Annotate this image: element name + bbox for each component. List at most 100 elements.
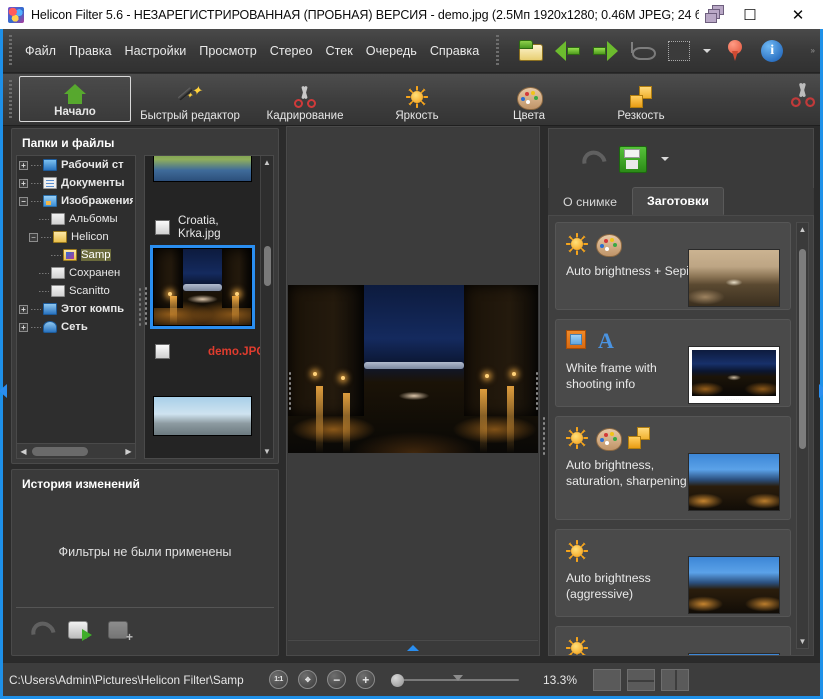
tree-node-pictures[interactable]: − Изображения <box>17 192 135 210</box>
preset-item-white-frame[interactable]: A White frame with shooting info · · · ·… <box>555 319 791 407</box>
menu-item-queue[interactable]: Очередь <box>360 40 423 62</box>
selection-dropdown-button[interactable] <box>699 34 715 68</box>
menu-item-stereo[interactable]: Стерео <box>264 40 319 62</box>
tree-node-desktop[interactable]: + Рабочий ст <box>17 156 135 174</box>
tree-node-helicon[interactable]: − Helicon <box>17 228 135 246</box>
scroll-left-icon[interactable]: ◀ <box>17 445 30 458</box>
scroll-down-icon[interactable]: ▼ <box>797 635 808 648</box>
thumbnail-file-row[interactable]: Croatia, Krka.jpg <box>145 214 260 240</box>
tab-colors[interactable]: Цвета <box>473 74 585 125</box>
tab-brightness[interactable]: Яркость <box>361 74 473 125</box>
folder-tree[interactable]: + Рабочий ст + Документы − Изображения А… <box>16 155 136 459</box>
collapse-left-panel-button[interactable] <box>0 126 9 656</box>
menu-drag-grip[interactable] <box>8 34 15 67</box>
history-add-button[interactable] <box>106 618 133 644</box>
menu-item-stack[interactable]: Стек <box>320 40 359 62</box>
menu-item-edit[interactable]: Правка <box>63 40 118 62</box>
close-button[interactable]: ✕ <box>773 0 823 29</box>
thumbnail-image-selected[interactable] <box>150 245 255 329</box>
thumbnail-checkbox[interactable] <box>155 344 170 359</box>
zoom-actual-size-button[interactable]: 1:1 <box>269 670 288 689</box>
vscroll-thumb[interactable] <box>264 246 271 286</box>
maximize-button[interactable]: ☐ <box>727 0 773 29</box>
history-apply-button[interactable] <box>66 618 92 642</box>
preset-item-auto-brightness-aggressive[interactable]: Auto brightness (aggressive) <box>555 529 791 617</box>
tree-node-scanitto[interactable]: Scanitto <box>17 282 135 300</box>
canvas-right-grip[interactable] <box>533 127 540 655</box>
vscroll-thumb[interactable] <box>799 249 806 449</box>
tree-node-network[interactable]: + Сеть <box>17 318 135 336</box>
window-stack-icon[interactable] <box>705 4 727 25</box>
preset-item-auto-brightness-saturation-sharpening[interactable]: Auto brightness, saturation, sharpening <box>555 416 791 520</box>
scroll-up-icon[interactable]: ▲ <box>261 156 273 169</box>
thumbnail-row-demo-image[interactable] <box>150 245 255 329</box>
canvas-left-grip[interactable] <box>286 127 293 655</box>
save-button[interactable] <box>619 146 647 173</box>
tree-node-this-pc[interactable]: + Этот компь <box>17 300 135 318</box>
tab-home[interactable]: Начало <box>19 76 131 122</box>
info-button[interactable]: i <box>755 34 789 68</box>
folder-tree-hscrollbar[interactable]: ◀ ▶ <box>17 443 135 458</box>
thumbnail-row-croatia[interactable]: Croatia, Krka.jpg <box>145 214 260 240</box>
tree-expander[interactable]: − <box>19 196 28 206</box>
zoom-slider-knob[interactable] <box>391 674 404 687</box>
scroll-down-icon[interactable]: ▼ <box>261 445 273 458</box>
thumbnail-vscrollbar[interactable]: ▲ ▼ <box>260 156 273 458</box>
preset-item-auto-brightness[interactable]: Auto brightness <box>555 626 791 655</box>
history-undo-button[interactable] <box>28 619 52 641</box>
zoom-slider[interactable] <box>391 670 519 689</box>
menu-item-file[interactable]: Файл <box>19 40 62 62</box>
tree-node-samples[interactable]: Samp <box>17 246 135 264</box>
tree-expander[interactable]: + <box>19 178 28 188</box>
thumbnail-row-partial-top[interactable] <box>153 156 252 182</box>
menu-item-view[interactable]: Просмотр <box>193 40 263 62</box>
save-dropdown-button[interactable] <box>661 156 669 161</box>
menu-item-settings[interactable]: Настройки <box>119 40 193 62</box>
modebar-drag-grip[interactable] <box>8 79 15 120</box>
thumbnail-checkbox[interactable] <box>155 219 170 235</box>
tree-expander[interactable]: + <box>19 304 28 314</box>
open-folder-button[interactable] <box>514 34 548 68</box>
scroll-right-icon[interactable]: ▶ <box>122 445 135 458</box>
tab-presets[interactable]: Заготовки <box>632 187 724 215</box>
layout-vertical-split-button[interactable] <box>661 668 689 691</box>
preset-list-vscrollbar[interactable]: ▲ ▼ <box>796 222 809 649</box>
tree-expander[interactable]: + <box>19 160 28 170</box>
thumbnail-file-row[interactable]: demo.JPG <box>145 344 265 359</box>
layout-single-button[interactable] <box>593 668 621 691</box>
selection-marquee-button[interactable] <box>662 34 696 68</box>
collapse-right-panel-button[interactable] <box>817 126 823 656</box>
right-panel-grip[interactable] <box>540 216 547 656</box>
tree-node-documents[interactable]: + Документы <box>17 174 135 192</box>
thumbnail-row-partial-bottom[interactable] <box>153 396 252 436</box>
zoom-fit-button[interactable]: ✥ <box>298 670 317 689</box>
tab-about-image[interactable]: О снимке <box>548 189 633 215</box>
tab-crop[interactable]: Кадрирование <box>249 74 361 125</box>
previous-image-button[interactable] <box>551 34 585 68</box>
tab-sharpness[interactable]: Резкость <box>585 74 697 125</box>
toolbar-drag-grip[interactable] <box>495 34 503 67</box>
image-canvas[interactable] <box>288 128 538 639</box>
hscroll-thumb[interactable] <box>32 446 88 456</box>
tree-expander[interactable]: − <box>29 232 38 242</box>
preset-list[interactable]: Auto brightness + Sepia A White frame wi… <box>548 216 814 656</box>
tree-node-albums[interactable]: Альбомы <box>17 210 135 228</box>
tab-quick-editor[interactable]: ✦ ✦ Быстрый редактор <box>131 74 249 125</box>
next-image-button[interactable] <box>588 34 622 68</box>
right-undo-button[interactable] <box>579 148 603 170</box>
zoom-in-button[interactable]: + <box>356 670 375 689</box>
canvas-hscrollbar[interactable] <box>288 640 538 655</box>
thumbnail-row-demo-name[interactable]: demo.JPG <box>145 344 265 359</box>
zoom-out-button[interactable]: − <box>327 670 346 689</box>
scroll-up-icon[interactable]: ▲ <box>797 223 808 236</box>
thumbnail-list[interactable]: Croatia, Krka.jpg demo.JPG ▲ ▼ <box>144 155 274 459</box>
menu-item-help[interactable]: Справка <box>424 40 485 62</box>
geotag-button[interactable] <box>718 34 752 68</box>
files-panel-inner-grip[interactable] <box>142 151 149 461</box>
stereo-glasses-button[interactable] <box>625 34 659 68</box>
canvas-scroll-up-icon[interactable] <box>407 645 419 651</box>
tree-expander[interactable]: + <box>19 322 28 332</box>
layout-horizontal-split-button[interactable] <box>627 668 655 691</box>
toolbar-overflow[interactable]: » <box>811 46 820 55</box>
image-preview-panel[interactable] <box>286 126 540 656</box>
